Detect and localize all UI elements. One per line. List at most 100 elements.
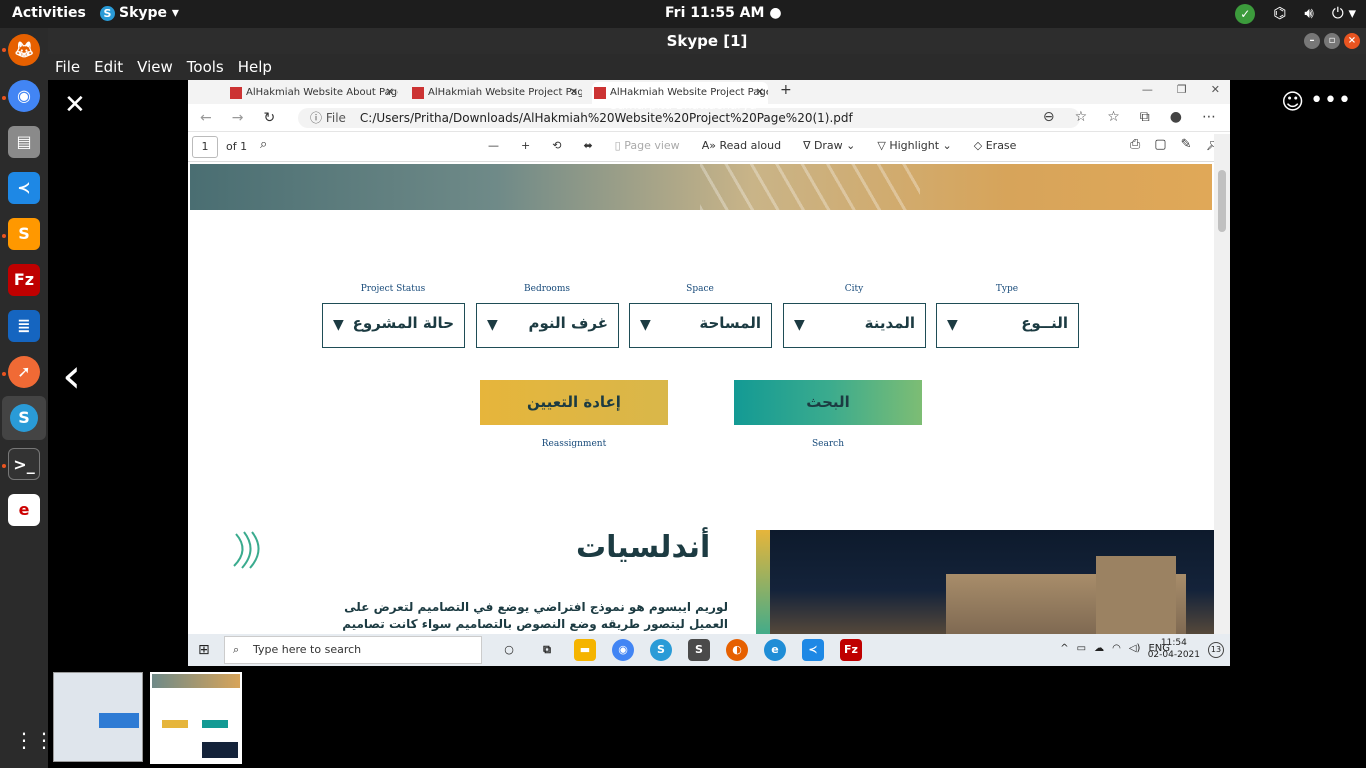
filezilla-icon[interactable]: Fz (8, 264, 40, 296)
scrollbar-thumb[interactable] (1218, 170, 1226, 232)
filter-bedrooms[interactable]: ▼ غرف النوم (476, 303, 619, 348)
thumbnail-1[interactable] (53, 672, 143, 762)
close-icon[interactable]: ✕ (1211, 83, 1220, 96)
draw-button[interactable]: ∇ Draw ⌄ (803, 139, 855, 152)
writer-icon[interactable]: ≣ (8, 310, 40, 342)
minimize-button[interactable]: – (1304, 33, 1320, 49)
task-view-icon[interactable]: ⧉ (536, 639, 558, 661)
search-icon[interactable]: ⌕ (260, 137, 267, 152)
close-viewer-icon[interactable]: ✕ (64, 90, 86, 120)
previous-image-icon[interactable]: ‹ (62, 348, 81, 404)
zoom-out-icon[interactable]: — (488, 139, 499, 152)
sublime-icon[interactable]: S (8, 218, 40, 250)
system-tray[interactable]: ✓ ⌬ 🔊︎ ⏻ ▾ (1235, 4, 1356, 24)
volume-icon[interactable]: ◁) (1129, 643, 1141, 654)
favorites-icon[interactable]: ☆ (1107, 109, 1120, 125)
cortana-icon[interactable]: ○ (498, 639, 520, 661)
app-menu[interactable]: S Skype ▾ (100, 5, 179, 21)
activities-button[interactable]: Activities (12, 5, 86, 21)
highlight-button[interactable]: ▽ Highlight ⌄ (877, 139, 951, 152)
restore-icon[interactable]: ❐ (1177, 83, 1187, 96)
network-icon[interactable]: ⌬ (1273, 4, 1286, 24)
filter-city[interactable]: ▼ المدينة (783, 303, 926, 348)
power-icon[interactable]: ⏻ ▾ (1332, 4, 1356, 24)
taskbar-clock[interactable]: 11:54 02-04-2021 (1148, 637, 1200, 661)
postman-icon[interactable]: ➚ (8, 356, 40, 388)
thumbnail-2-selected[interactable] (150, 672, 242, 764)
close-tab-icon[interactable]: ✕ (756, 82, 764, 104)
files-icon[interactable]: ▤ (8, 126, 40, 158)
dropdown-arrow-icon: ▼ (640, 317, 651, 333)
thumbnail-reset-button (162, 720, 188, 728)
close-tab-icon[interactable]: ✕ (386, 82, 394, 104)
filter-type[interactable]: ▼ النــوع (936, 303, 1079, 348)
search-button[interactable]: البحث (734, 380, 922, 425)
vscode-icon[interactable]: ≺ (802, 639, 824, 661)
skype-icon[interactable]: S (2, 396, 46, 440)
dropdown-arrow-icon: ▼ (947, 317, 958, 333)
minimize-icon[interactable]: — (1142, 83, 1153, 96)
react-emoji-icon[interactable]: ☺ (1281, 90, 1304, 115)
menu-file[interactable]: File (55, 54, 80, 80)
file-explorer-icon[interactable]: ▬ (574, 639, 596, 661)
wifi-icon[interactable]: ◠ (1112, 643, 1121, 654)
back-icon[interactable]: ← (200, 110, 212, 126)
filter-value: حالة المشروع (352, 314, 454, 332)
show-hidden-icon[interactable]: ^ (1060, 643, 1068, 654)
filezilla-icon[interactable]: Fz (840, 639, 862, 661)
browser-tab[interactable]: AlHakmiah Website About Page ✕ (228, 82, 398, 104)
firefox-icon[interactable]: ◐ (726, 639, 748, 661)
window-titlebar[interactable]: Skype [1] – ▫ × (48, 28, 1366, 54)
close-tab-icon[interactable]: ✕ (570, 82, 578, 104)
tab-title: AlHakmiah Website Project Page (428, 87, 582, 98)
reset-button[interactable]: إعادة التعيين (480, 380, 668, 425)
browser-tab[interactable]: AlHakmiah Website Project Page ✕ (410, 82, 582, 104)
taskbar-search-input[interactable]: ⌕ Type here to search (224, 636, 482, 664)
menu-edit[interactable]: Edit (94, 54, 123, 80)
zoom-icon[interactable]: ⊖ (1043, 109, 1055, 125)
save-as-icon[interactable]: ✎ (1181, 137, 1192, 152)
settings-more-icon[interactable]: ⋯ (1202, 109, 1216, 125)
windows-start-icon[interactable]: ⊞ (198, 642, 210, 658)
menu-view[interactable]: View (137, 54, 173, 80)
zoom-in-icon[interactable]: + (521, 139, 530, 152)
reload-icon[interactable]: ↻ (263, 110, 275, 126)
rotate-icon[interactable]: ⟲ (552, 139, 561, 152)
firefox-icon[interactable]: 🦊︎ (8, 34, 40, 66)
update-check-icon[interactable]: ✓ (1235, 4, 1256, 24)
menu-help[interactable]: Help (238, 54, 272, 80)
edge-icon[interactable]: e (764, 639, 786, 661)
forward-icon[interactable]: → (232, 110, 244, 126)
page-number-input[interactable]: 1 (192, 136, 218, 158)
vscode-icon[interactable]: ≺ (8, 172, 40, 204)
filter-label-type: Type (995, 284, 1019, 294)
print-icon[interactable]: ⎙ (1130, 137, 1140, 152)
close-button[interactable]: × (1344, 33, 1360, 49)
volume-icon[interactable]: 🔊︎ (1304, 4, 1313, 24)
terminal-icon[interactable]: >_ (8, 448, 40, 480)
evince-icon[interactable]: e (8, 494, 40, 526)
save-icon[interactable]: ▢ (1154, 137, 1166, 152)
favorite-add-icon[interactable]: ☆ (1075, 109, 1088, 125)
filter-space[interactable]: ▼ المساحة (629, 303, 772, 348)
pdf-scrollbar[interactable] (1214, 134, 1230, 634)
profile-icon[interactable]: ● (1170, 109, 1182, 125)
maximize-button[interactable]: ▫ (1324, 33, 1340, 49)
erase-button[interactable]: ◇ Erase (974, 139, 1017, 152)
chrome-icon[interactable]: ◉ (612, 639, 634, 661)
battery-icon[interactable]: ▭ (1077, 643, 1086, 654)
menu-tools[interactable]: Tools (187, 54, 224, 80)
clock[interactable]: Fri 11:55 AM ● (665, 5, 782, 21)
chrome-icon[interactable]: ◉ (8, 80, 40, 112)
new-tab-icon[interactable]: + (780, 82, 792, 98)
fit-page-icon[interactable]: ⬌ (583, 139, 592, 152)
skype-icon[interactable]: S (650, 639, 672, 661)
page-view-button[interactable]: ▯ Page view (615, 139, 680, 152)
sublime-icon[interactable]: S (688, 639, 710, 661)
notifications-icon[interactable]: 13 (1208, 642, 1224, 658)
read-aloud-button[interactable]: A» Read aloud (702, 139, 781, 152)
onedrive-icon[interactable]: ☁ (1094, 643, 1104, 654)
filter-project-status[interactable]: ▼ حالة المشروع (322, 303, 465, 348)
more-options-icon[interactable]: ••• (1310, 88, 1352, 113)
collections-icon[interactable]: ⧉ (1140, 109, 1150, 125)
